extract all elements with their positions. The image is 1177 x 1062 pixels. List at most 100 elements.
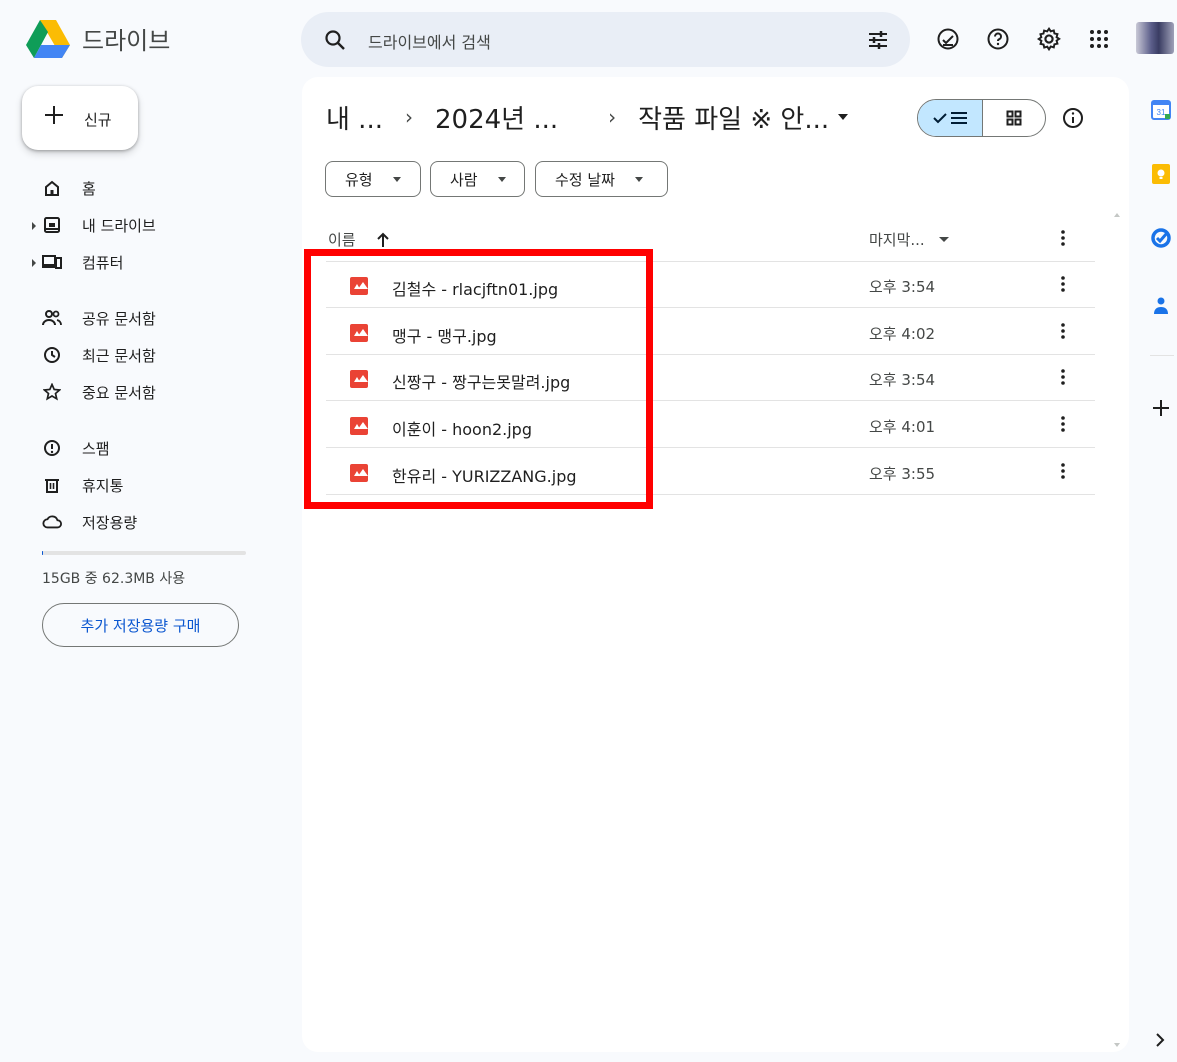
home-icon: [42, 178, 62, 198]
plus-icon: [45, 106, 63, 124]
caret-down-icon: [497, 176, 506, 182]
search-bar[interactable]: 드라이브에서 검색: [301, 12, 910, 67]
help-icon[interactable]: [985, 26, 1011, 52]
contacts-icon[interactable]: [1151, 296, 1171, 316]
ready-offline-icon[interactable]: [935, 26, 961, 52]
check-icon: [933, 113, 947, 124]
column-name-label: 이름: [328, 231, 356, 249]
scroll-down-arrow-icon[interactable]: [1114, 1043, 1120, 1047]
breadcrumb-current-folder[interactable]: 작품 파일 ※ 안...: [638, 99, 849, 136]
new-button-label: 신규: [84, 111, 112, 129]
file-modified-time: 오후 4:02: [869, 324, 936, 343]
filter-people-label: 사람: [450, 170, 478, 189]
nav-storage-label: 저장용량: [82, 514, 138, 532]
settings-gear-icon[interactable]: [1036, 26, 1062, 52]
new-button[interactable]: 신규: [22, 86, 138, 150]
storage-usage-fill: [42, 551, 43, 555]
filter-people-chip[interactable]: 사람: [430, 161, 525, 197]
column-modified-label: 마지막...: [869, 231, 925, 249]
image-file-icon: [350, 417, 368, 436]
filter-type-chip[interactable]: 유형: [325, 161, 421, 197]
grid-view-button[interactable]: [983, 100, 1045, 136]
file-name: 김철수 - rlacjftn01.jpg: [392, 280, 559, 299]
caret-down-icon: [634, 176, 643, 182]
search-icon[interactable]: [323, 28, 347, 52]
view-toggle: [917, 99, 1046, 137]
filter-modified-label: 수정 날짜: [555, 170, 615, 189]
nav-starred-label: 중요 문서함: [82, 384, 156, 402]
more-vertical-icon[interactable]: [1059, 462, 1067, 480]
caret-down-icon: [392, 176, 401, 182]
more-vertical-icon[interactable]: [1059, 229, 1067, 247]
caret-down-icon: [838, 114, 849, 120]
image-file-icon: [350, 277, 368, 295]
file-name: 이훈이 - hoon2.jpg: [392, 420, 532, 440]
my-drive-icon: [42, 215, 62, 235]
file-name: 맹구 - 맹구.jpg: [392, 326, 497, 346]
more-vertical-icon[interactable]: [1059, 368, 1067, 386]
storage-usage-text: 15GB 중 62.3MB 사용: [42, 571, 186, 587]
chevron-right-icon[interactable]: [1155, 1032, 1165, 1048]
nav-spam-label: 스팸: [82, 440, 110, 458]
file-row[interactable]: 김철수 - rlacjftn01.jpg 오후 3:54: [326, 262, 1095, 308]
spam-icon: [42, 438, 62, 458]
account-avatar[interactable]: [1136, 22, 1174, 54]
nav-computers-label: 컴퓨터: [82, 254, 124, 272]
list-icon: [951, 112, 967, 124]
more-vertical-icon[interactable]: [1059, 322, 1067, 340]
image-file-icon: [350, 370, 368, 389]
file-row[interactable]: 이훈이 - hoon2.jpg 오후 4:01: [326, 402, 1095, 449]
add-app-plus-icon[interactable]: [1151, 398, 1171, 418]
file-modified-time: 오후 3:54: [869, 278, 936, 296]
column-header-name[interactable]: 이름: [328, 229, 390, 250]
filter-type-label: 유형: [345, 170, 373, 189]
shared-icon: [42, 308, 62, 328]
calendar-icon[interactable]: 31: [1151, 100, 1171, 120]
image-file-icon: [350, 323, 368, 342]
info-icon[interactable]: [1062, 107, 1084, 129]
breadcrumb-item[interactable]: 2024년 ...: [435, 99, 558, 136]
more-vertical-icon[interactable]: [1059, 275, 1067, 293]
expand-arrow-icon[interactable]: [32, 222, 36, 230]
app-title: 드라이브: [82, 26, 171, 55]
star-icon: [42, 382, 62, 402]
filter-modified-chip[interactable]: 수정 날짜: [535, 161, 668, 197]
grid-icon: [1006, 110, 1022, 126]
file-modified-time: 오후 3:55: [869, 464, 936, 483]
file-name: 한유리 - YURIZZANG.jpg: [392, 466, 577, 486]
more-vertical-icon[interactable]: [1059, 415, 1067, 433]
nav-home-label: 홈: [82, 180, 96, 198]
breadcrumb-item[interactable]: 내 ...: [326, 99, 383, 136]
nav-shared-label: 공유 문서함: [82, 310, 156, 328]
file-list-panel: 내 ... › 2024년 ... › 작품 파일 ※ 안... 유형 사람 수…: [302, 77, 1129, 1052]
tasks-icon[interactable]: [1151, 228, 1171, 248]
clock-icon: [42, 345, 62, 365]
trash-icon: [42, 475, 62, 495]
file-modified-time: 오후 4:01: [869, 418, 936, 437]
chevron-right-icon: ›: [404, 105, 413, 129]
file-row[interactable]: 맹구 - 맹구.jpg 오후 4:02: [326, 309, 1095, 355]
file-name: 신짱구 - 짱구는못말려.jpg: [392, 373, 571, 393]
file-row[interactable]: 신짱구 - 짱구는못말려.jpg 오후 3:54: [326, 355, 1095, 402]
cloud-icon: [42, 512, 62, 532]
nav-recent-label: 최근 문서함: [82, 347, 156, 365]
drive-logo-icon: [26, 20, 70, 58]
expand-arrow-icon[interactable]: [32, 259, 36, 267]
nav-trash-label: 휴지통: [82, 477, 124, 495]
drive-logo[interactable]: 드라이브: [26, 18, 170, 58]
list-view-button[interactable]: [918, 100, 983, 136]
column-header-modified[interactable]: 마지막...: [869, 229, 949, 250]
keep-icon[interactable]: [1151, 164, 1171, 184]
apps-grid-icon[interactable]: [1086, 26, 1112, 52]
chevron-right-icon: ›: [608, 105, 617, 129]
computer-icon: [42, 252, 62, 272]
scroll-up-arrow-icon[interactable]: [1114, 213, 1120, 217]
search-options-icon[interactable]: [866, 28, 890, 52]
storage-usage-bar: [42, 551, 246, 555]
side-panel-divider: [1150, 355, 1174, 356]
buy-storage-button[interactable]: 추가 저장용량 구매: [42, 603, 239, 647]
file-row[interactable]: 한유리 - YURIZZANG.jpg 오후 3:55: [326, 449, 1095, 495]
file-modified-time: 오후 3:54: [869, 371, 936, 390]
sort-arrow-up-icon[interactable]: [376, 232, 390, 248]
search-input[interactable]: 드라이브에서 검색: [368, 29, 491, 53]
